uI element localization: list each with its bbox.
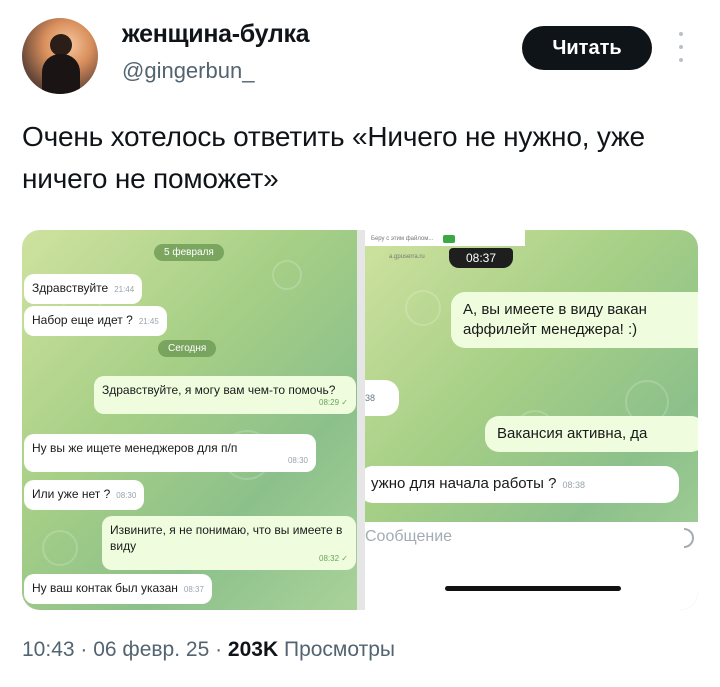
clock: 08:37 bbox=[449, 248, 513, 268]
chat-message: Вакансия активна, да bbox=[485, 416, 698, 452]
avatar-figure-head bbox=[50, 34, 72, 56]
views-label: Просмотры bbox=[283, 638, 395, 661]
date-pill: Сегодня bbox=[158, 340, 217, 357]
avatar-figure-body bbox=[42, 54, 80, 94]
author-handle[interactable]: @gingerbun_ bbox=[122, 58, 254, 84]
author-avatar[interactable] bbox=[22, 18, 98, 94]
chat-message: Ну ваш контак был указан 08:37 bbox=[24, 574, 212, 604]
tweet-meta: 10:43 · 06 февр. 25 · 203K Просмотры bbox=[22, 638, 395, 661]
chat-message: 38 bbox=[365, 380, 399, 416]
chat-message: А, вы имеете в виду вакан аффилейт менед… bbox=[451, 292, 698, 348]
tweet-media[interactable]: 5 февраля Здравствуйте 21:44 Набор еще ид… bbox=[22, 230, 698, 610]
more-vertical-icon[interactable] bbox=[676, 32, 686, 62]
chat-message: Ну вы же ищете менеджеров для п/п 08:30 bbox=[24, 434, 316, 472]
views-count: 203K bbox=[227, 638, 279, 661]
chat-screenshot-right[interactable]: Беру с этим файлом... a.gpuserra.ru 08:3… bbox=[365, 230, 698, 610]
chat-message: Извините, я не понимаю, что вы имеете в … bbox=[102, 516, 356, 570]
status-url: a.gpuserra.ru bbox=[389, 254, 425, 260]
message-input[interactable]: Сообщение bbox=[365, 522, 698, 610]
status-indicator bbox=[443, 235, 455, 243]
chat-message: Набор еще идет ? 21:45 bbox=[24, 306, 167, 336]
chat-message: Здравствуйте, я могу вам чем-то помочь? … bbox=[94, 376, 356, 414]
chat-message: ужно для начала работы ? 08:38 bbox=[365, 466, 679, 503]
tweet-time[interactable]: 10:43 bbox=[22, 638, 75, 661]
message-input-placeholder: Сообщение bbox=[365, 528, 453, 545]
status-bar: Беру с этим файлом... a.gpuserra.ru 08:3… bbox=[365, 230, 698, 270]
chat-message: Здравствуйте 21:44 bbox=[24, 274, 143, 304]
follow-button[interactable]: Читать bbox=[522, 26, 652, 70]
chat-screenshot-left[interactable]: 5 февраля Здравствуйте 21:44 Набор еще ид… bbox=[22, 230, 357, 610]
attach-icon[interactable] bbox=[684, 528, 694, 548]
author-name[interactable]: женщина-булка bbox=[122, 20, 310, 49]
date-pill: 5 февраля bbox=[154, 244, 224, 261]
chat-message: Или уже нет ? 08:30 bbox=[24, 480, 145, 510]
status-text: Беру с этим файлом... bbox=[371, 236, 434, 242]
home-indicator bbox=[445, 586, 621, 591]
tweet-date[interactable]: 06 февр. 25 bbox=[93, 638, 209, 661]
tweet-text: Очень хотелось ответить «Ничего не нужно… bbox=[22, 121, 645, 194]
